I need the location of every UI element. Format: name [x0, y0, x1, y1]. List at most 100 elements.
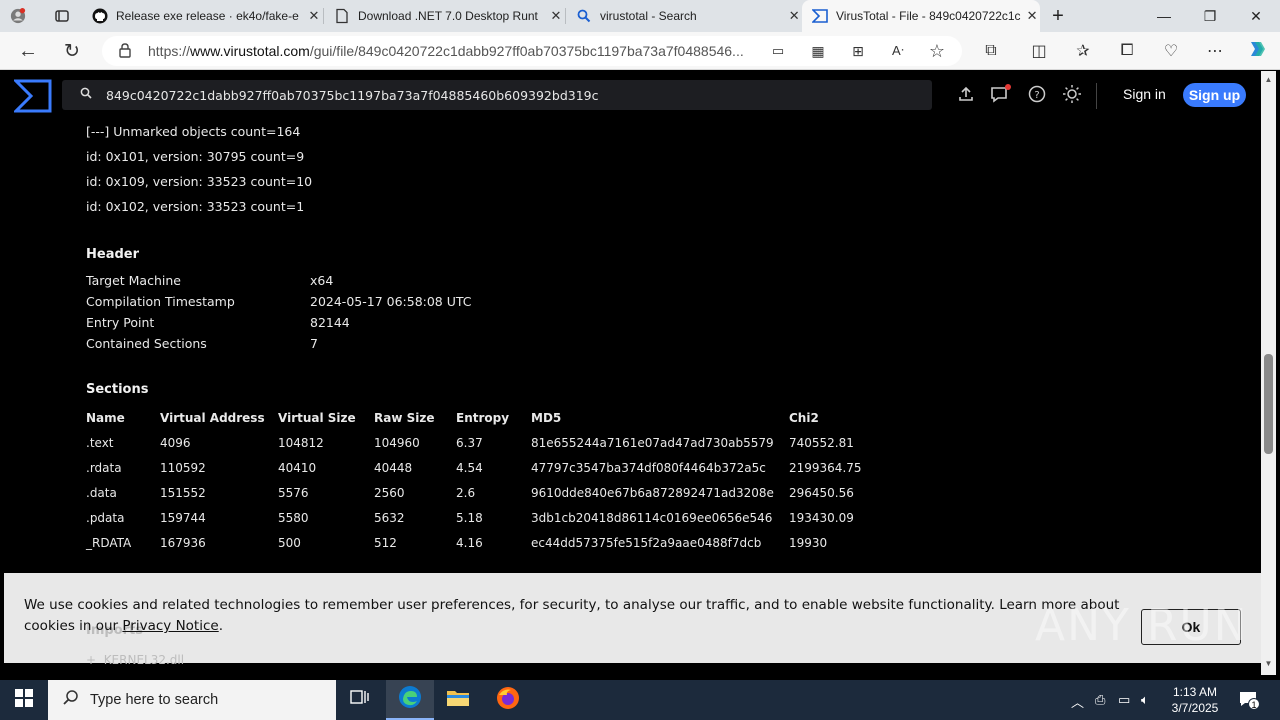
sign-up-button[interactable]: Sign up [1183, 83, 1246, 107]
app-button[interactable]: ⊞ [843, 36, 873, 66]
upload-button[interactable] [954, 84, 978, 108]
close-icon[interactable]: ✕ [786, 8, 802, 24]
taskbar-file-explorer[interactable] [434, 680, 482, 720]
back-arrow-icon: ← [18, 39, 38, 62]
split-screen-button[interactable]: ◫ [1024, 36, 1054, 66]
search-icon [62, 689, 80, 711]
sections-cell: 81e655244a7161e07ad47ad730ab5579 [531, 436, 774, 450]
sections-cell: 4.16 [456, 536, 483, 550]
profile-icon [10, 8, 26, 24]
sign-in-link[interactable]: Sign in [1123, 86, 1166, 102]
collections-icon: ⧠ [1120, 42, 1134, 59]
chat-icon [990, 83, 1012, 109]
sections-cell: 4096 [160, 436, 191, 450]
restore-button[interactable]: ❐ [1187, 0, 1233, 32]
close-icon[interactable]: ✕ [306, 8, 322, 24]
notifications-center-button[interactable]: 1 [1238, 689, 1260, 712]
volume-icon[interactable]: 🔈︎ [1141, 692, 1149, 708]
favorite-button[interactable]: ☆ [922, 36, 952, 66]
close-icon: ✕ [1250, 7, 1262, 24]
tab-virustotal-file[interactable]: VirusTotal - File - 849c0420722c1c ✕ [802, 0, 1040, 32]
sections-cell: 5576 [278, 486, 309, 500]
rich-header-line: id: 0x101, version: 30795 count=9 [86, 149, 305, 164]
url-host: www.virustotal.com [190, 43, 310, 59]
scroll-thumb[interactable] [1264, 354, 1273, 454]
grid-icon: ▦ [811, 42, 825, 59]
header-section-title: Header [86, 247, 140, 262]
sections-cell: 6.37 [456, 436, 483, 450]
address-bar[interactable]: https://www.virustotal.com/gui/file/849c… [102, 36, 962, 66]
tab-dotnet-download[interactable]: Download .NET 7.0 Desktop Runt ✕ [324, 0, 564, 32]
cookie-message-end: . [218, 618, 224, 634]
sections-cell: 5.18 [456, 511, 483, 525]
profile-button[interactable] [0, 0, 44, 32]
privacy-notice-link[interactable]: Privacy Notice [122, 618, 218, 634]
new-tab-button[interactable]: + [1040, 0, 1076, 32]
chevron-down-icon[interactable]: ⌄ [96, 565, 106, 573]
lock-icon [118, 42, 132, 61]
sections-cell: 167936 [160, 536, 206, 550]
start-button[interactable] [0, 680, 48, 720]
help-button[interactable]: ? [1025, 84, 1049, 108]
scroll-down-icon[interactable]: ▼ [1263, 659, 1274, 668]
virustotal-header: ? Sign in Sign up [4, 71, 1261, 121]
header-key: Target Machine [86, 273, 181, 288]
page-scrollbar[interactable]: ▲ ▼ [1261, 71, 1276, 675]
close-icon[interactable]: ✕ [1024, 8, 1040, 24]
collections-button[interactable]: ⧠ [1112, 36, 1142, 66]
copilot-button[interactable] [1242, 36, 1272, 66]
refresh-button[interactable]: ↻ [57, 36, 87, 66]
close-window-button[interactable]: ✕ [1233, 0, 1279, 32]
scroll-up-icon[interactable]: ▲ [1263, 75, 1274, 84]
vt-search-input[interactable] [106, 87, 906, 103]
tab-virustotal-search[interactable]: virustotal - Search ✕ [566, 0, 802, 32]
sections-cell: .rdata [86, 461, 122, 475]
favorites-icon: ✰ [1076, 43, 1090, 60]
sections-cell: 40448 [374, 461, 413, 475]
qr-button[interactable]: ▦ [803, 36, 833, 66]
sections-cell: _RDATA [86, 536, 132, 550]
network-icon[interactable]: ⎙ [1095, 692, 1105, 708]
sections-cell: 110592 [160, 461, 206, 475]
vt-search-bar[interactable] [62, 80, 932, 110]
back-button[interactable]: ← [13, 36, 43, 66]
settings-menu-button[interactable]: ⋯ [1200, 36, 1230, 66]
header-key: Contained Sections [86, 336, 207, 351]
favorites-button[interactable]: ✰ [1068, 36, 1098, 66]
theme-toggle-button[interactable] [1060, 84, 1084, 108]
taskbar-clock[interactable]: 1:13 AM 3/7/2025 [1160, 684, 1230, 716]
close-icon[interactable]: ✕ [548, 8, 564, 24]
imports-item[interactable]: + KERNEL32.dll [86, 653, 184, 667]
tab-title: virustotal - Search [600, 9, 697, 23]
plus-icon: + [86, 653, 104, 667]
clock-date: 3/7/2025 [1171, 701, 1219, 715]
notifications-button[interactable] [989, 83, 1013, 109]
extensions-button[interactable]: ⧉ [976, 36, 1006, 66]
sections-column-header: Entropy [456, 411, 510, 425]
upload-icon [957, 85, 975, 108]
task-view-button[interactable] [336, 680, 384, 720]
tab-actions-icon [54, 8, 70, 24]
wifi-icon[interactable]: ▭ [1118, 692, 1130, 708]
sections-cell: 2.6 [456, 486, 476, 500]
sections-cell: 500 [278, 536, 301, 550]
header-key: Entry Point [86, 315, 155, 330]
virustotal-logo[interactable] [12, 79, 52, 113]
tray-overflow-icon[interactable]: ︿ [1071, 692, 1084, 711]
taskbar-search[interactable]: Type here to search [48, 680, 336, 720]
url-prefix: https:// [148, 43, 191, 59]
read-aloud-button[interactable]: ▭ [763, 36, 793, 66]
taskbar-firefox[interactable] [484, 680, 532, 720]
tab-github-release[interactable]: Release exe release · ek4o/fake-e ✕ [82, 0, 322, 32]
sections-cell: 3db1cb20418d86114c0169ee0656e546 [531, 511, 773, 525]
performance-button[interactable]: ♡ [1156, 36, 1186, 66]
minimize-button[interactable]: — [1141, 0, 1187, 32]
import-dll-name: KERNEL32.dll [103, 653, 185, 667]
sections-cell: 19930 [789, 536, 828, 550]
windows-taskbar: Type here to search ︿ ⎙ ▭ 🔈︎ 1:13 AM 3/7… [0, 680, 1280, 720]
tab-actions-button[interactable] [44, 0, 78, 32]
windows-icon [15, 688, 33, 712]
read-aloud-text-button[interactable]: Aᐧ [883, 36, 913, 66]
folder-icon [446, 688, 470, 713]
taskbar-edge[interactable] [386, 680, 434, 720]
